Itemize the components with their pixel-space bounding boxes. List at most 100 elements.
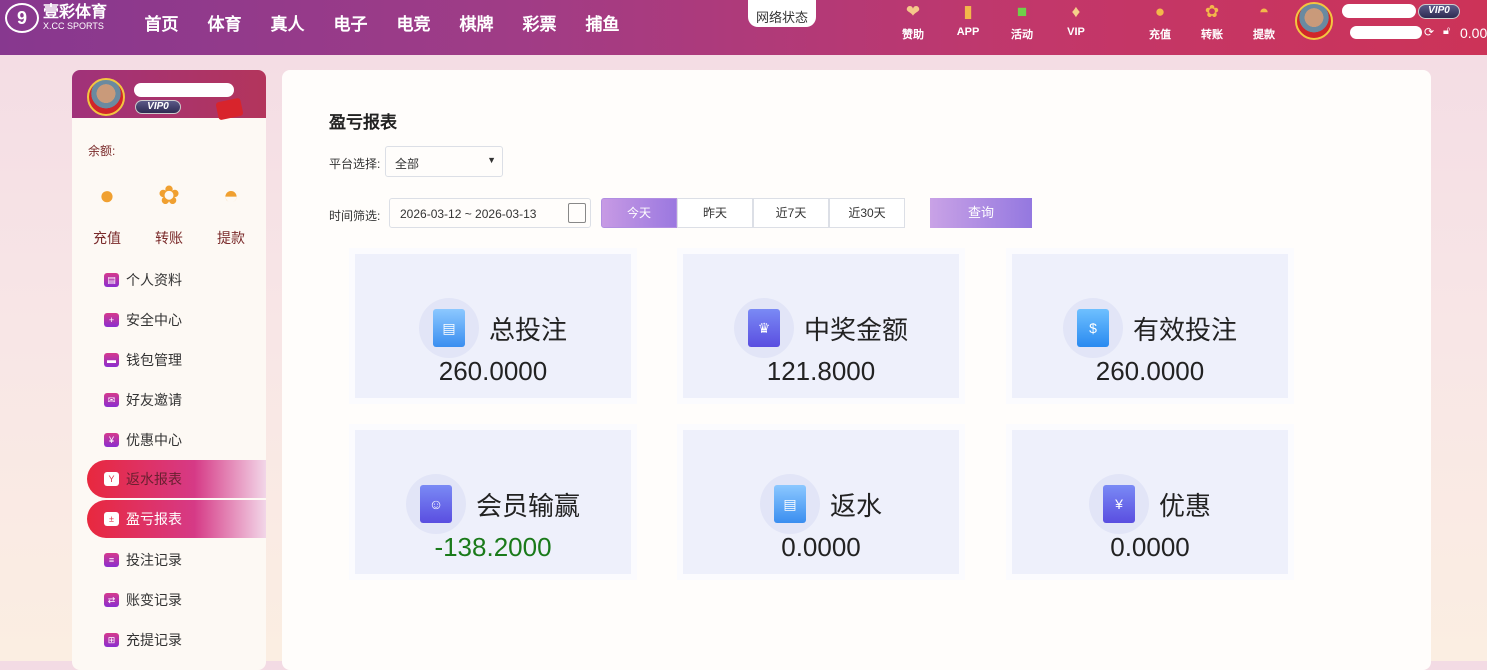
trophy-ticket-icon: ♛ (747, 309, 780, 347)
transfer-label: 转账 (155, 230, 183, 246)
menu-wallet[interactable]: ▬ 钱包管理 (72, 340, 266, 380)
transfer-link[interactable]: ✿ 转账 (1187, 0, 1237, 42)
coupon-icon: ¥ (104, 433, 119, 447)
stat-card-rebate: ▤ 返水 0.0000 (677, 424, 965, 580)
tab-7-days[interactable]: 近7天 (753, 198, 829, 228)
query-button[interactable]: 查询 (930, 198, 1032, 228)
nav-slots[interactable]: 电子 (319, 10, 382, 35)
menu-bet-records[interactable]: ≡ 投注记录 (72, 540, 266, 580)
receipt-icon: $ (1076, 309, 1109, 347)
app-link[interactable]: ▮ APP (943, 0, 993, 38)
sponsor-link[interactable]: ❤ 赞助 (888, 0, 938, 42)
handshake-icon: ❤ (905, 2, 921, 21)
fan-icon: ◓ (223, 180, 239, 210)
platform-label: 平台选择: (329, 157, 381, 171)
menu-profile[interactable]: ▤ 个人资料 (72, 260, 266, 300)
money-bag-icon: ● (1154, 2, 1166, 21)
top-header: 9 壹彩体育 X.CC SPORTS 首页 体育 真人 电子 电竞 棋牌 彩票 捕… (0, 0, 1487, 55)
stat-card-winnings: ♛ 中奖金额 121.8000 (677, 248, 965, 404)
nav-sports[interactable]: 体育 (193, 10, 256, 35)
menu-profit-report[interactable]: ± 盈亏报表 (87, 500, 266, 538)
sidebar-menu: ▤ 个人资料 + 安全中心 ▬ 钱包管理 ✉ 好友邀请 ¥ 优惠中心 Y 返水报表 ± 盈亏报… (72, 260, 266, 660)
stat-value: 0.0000 (781, 532, 861, 562)
time-label: 时间筛选: (329, 209, 381, 223)
menu-label: 好友邀请 (126, 392, 182, 408)
menu-label: 投注记录 (126, 552, 182, 568)
header-balance: 0.00 (1460, 25, 1487, 41)
goldfish-icon: ✿ (158, 180, 180, 210)
nav-cards[interactable]: 棋牌 (445, 10, 508, 35)
menu-label: 优惠中心 (126, 432, 182, 448)
sidebar-avatar (87, 78, 125, 116)
sidebar: VIP0 余额: ● 充值 ✿ 转账 ◓ 提款 ▤ 个人资料 + 安全中心 ▬ 钱包管理 ✉… (72, 70, 266, 670)
stat-value: 121.8000 (766, 356, 876, 386)
stat-value: 260.0000 (438, 356, 548, 386)
stat-card-bonus: ¥ 优惠 0.0000 (1006, 424, 1294, 580)
goldfish-icon: ✿ (1204, 2, 1220, 21)
member-icon: ☺ (419, 485, 452, 523)
menu-invite[interactable]: ✉ 好友邀请 (72, 380, 266, 420)
shield-icon: + (104, 313, 119, 327)
nav-fishing[interactable]: 捕鱼 (571, 10, 634, 35)
menu-label: 个人资料 (126, 272, 182, 288)
fan-icon: ◓ (1258, 2, 1270, 21)
nav-esports[interactable]: 电竞 (382, 10, 445, 35)
envelope-icon: ✉ (104, 393, 119, 407)
date-range-value: 2026-03-12 ~ 2026-03-13 (400, 207, 537, 221)
page-title: 盈亏报表 (329, 113, 397, 132)
tab-today[interactable]: 今天 (601, 198, 677, 228)
stat-value: -138.2000 (434, 532, 552, 562)
menu-transaction-records[interactable]: ⇄ 账变记录 (72, 580, 266, 620)
user-avatar[interactable] (1295, 2, 1333, 40)
withdraw-label: 提款 (1253, 29, 1275, 41)
platform-select[interactable]: 全部 ▼ (385, 146, 503, 177)
nav-home[interactable]: 首页 (130, 10, 193, 35)
tab-30-days[interactable]: 近30天 (829, 198, 905, 228)
calculator-icon: ± (104, 512, 119, 526)
phone-icon: ▮ (963, 2, 973, 21)
calendar-icon (568, 203, 586, 223)
menu-security[interactable]: + 安全中心 (72, 300, 266, 340)
exchange-icon: ⇄ (104, 593, 119, 607)
vip-link[interactable]: ♦ VIP (1051, 0, 1101, 38)
tab-yesterday[interactable]: 昨天 (677, 198, 753, 228)
deposit-label: 充值 (93, 230, 121, 246)
logo[interactable]: 9 壹彩体育 X.CC SPORTS (5, 3, 107, 33)
stat-label: 有效投注 (1132, 314, 1237, 345)
network-status-button[interactable]: 网络状态 (748, 0, 816, 27)
document-icon: ▤ (432, 309, 465, 347)
menu-deposit-withdraw-records[interactable]: ⊞ 充提记录 (72, 620, 266, 660)
menu-label: 充提记录 (126, 632, 182, 648)
promo-link[interactable]: ■ 活动 (997, 0, 1047, 42)
stat-value: 260.0000 (1095, 356, 1205, 386)
list-icon: ≡ (104, 553, 119, 567)
deposit-link[interactable]: ● 充值 (1135, 0, 1185, 42)
app-label: APP (956, 26, 980, 38)
account-masked (1350, 26, 1422, 39)
menu-promotions[interactable]: ¥ 优惠中心 (72, 420, 266, 460)
menu-label: 钱包管理 (126, 352, 182, 368)
menu-rebate-report[interactable]: Y 返水报表 (87, 460, 266, 498)
sidebar-deposit[interactable]: ● 充值 (77, 180, 137, 248)
logo-text: 壹彩体育 (43, 4, 108, 21)
nav-live[interactable]: 真人 (256, 10, 319, 35)
wallet-icon: ▬ (104, 353, 119, 367)
balance-label: 余额: (88, 144, 116, 158)
withdraw-label: 提款 (217, 230, 245, 246)
main-nav: 首页 体育 真人 电子 电竞 棋牌 彩票 捕鱼 (130, 10, 634, 35)
sidebar-username-masked (134, 83, 234, 97)
bonus-hand-icon: ¥ (1102, 485, 1135, 523)
stat-card-valid-bet: $ 有效投注 260.0000 (1006, 248, 1294, 404)
sidebar-withdraw[interactable]: ◓ 提款 (201, 180, 261, 248)
rebate-icon: Y (104, 472, 119, 486)
nav-lottery[interactable]: 彩票 (508, 10, 571, 35)
diamond-icon: ♦ (1071, 2, 1081, 21)
stat-label: 会员输赢 (475, 490, 580, 521)
username-masked (1342, 4, 1416, 18)
date-range-input[interactable]: 2026-03-12 ~ 2026-03-13 (389, 198, 591, 228)
sponsor-label: 赞助 (902, 29, 924, 41)
withdraw-link[interactable]: ◓ 提款 (1239, 0, 1289, 42)
refresh-icon[interactable]: ⟳ (1424, 25, 1434, 39)
sidebar-transfer[interactable]: ✿ 转账 (139, 180, 199, 248)
transfer-label: 转账 (1201, 29, 1223, 41)
